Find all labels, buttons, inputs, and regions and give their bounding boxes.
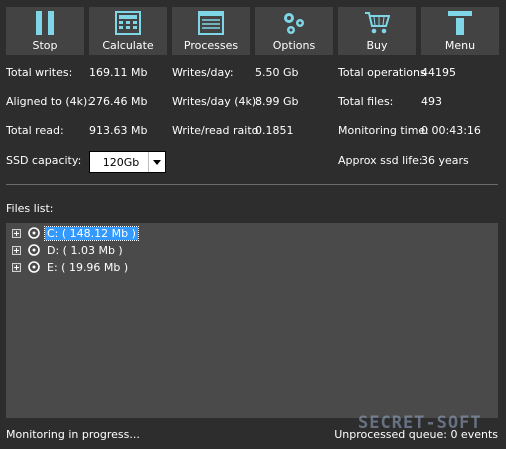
- total-read-label: Total read:: [6, 124, 64, 137]
- expand-icon[interactable]: [12, 262, 21, 272]
- processes-button[interactable]: Processes: [172, 7, 250, 55]
- total-files-label: Total files:: [338, 95, 394, 108]
- ssd-capacity-label: SSD capacity:: [6, 154, 82, 167]
- buy-label: Buy: [366, 39, 388, 52]
- status-text: Monitoring in progress...: [6, 428, 140, 441]
- ssd-life-label: Approx ssd life:: [338, 154, 423, 167]
- monitoring-time-label: Monitoring time:: [338, 124, 429, 137]
- tree-item-label[interactable]: E: ( 19.96 Mb ): [45, 261, 130, 274]
- total-writes-value: 169.11 Mb: [89, 66, 148, 79]
- writes-day-4k-value: 8.99 Gb: [255, 95, 299, 108]
- monitoring-time-value: 0 00:43:16: [421, 124, 481, 137]
- gears-icon: [284, 13, 304, 34]
- total-files-value: 493: [421, 95, 442, 108]
- write-read-label: Write/read raito: [172, 124, 259, 137]
- queue-status: Unprocessed queue: 0 events: [334, 428, 498, 441]
- total-ops-label: Total operations: [338, 66, 426, 79]
- menu-icon: [448, 11, 472, 35]
- calculate-label: Calculate: [102, 39, 154, 52]
- menu-label: Menu: [444, 39, 476, 52]
- total-writes-label: Total writes:: [6, 66, 73, 79]
- options-button[interactable]: Options: [255, 7, 333, 55]
- calculate-button[interactable]: Calculate: [89, 7, 167, 55]
- stop-label: Stop: [32, 39, 58, 52]
- writes-day-label: Writes/day:: [172, 66, 234, 79]
- disk-icon: [28, 261, 40, 273]
- disk-icon: [28, 244, 40, 256]
- tree-item-label[interactable]: D: ( 1.03 Mb ): [45, 244, 125, 257]
- aligned-value: 276.46 Mb: [89, 95, 148, 108]
- ssd-life-value: 36 years: [421, 154, 469, 167]
- tree-item-d[interactable]: D: ( 1.03 Mb ): [12, 242, 125, 258]
- disk-icon: [28, 227, 40, 239]
- divider: [6, 184, 498, 185]
- writes-day-4k-label: Writes/day (4k):: [172, 95, 260, 108]
- write-read-value: 0.1851: [255, 124, 294, 137]
- buy-button[interactable]: Buy: [338, 7, 416, 55]
- tree-item-c[interactable]: C: ( 148.12 Mb ): [12, 225, 139, 241]
- toolbar: Stop Calculate Processes Options Buy Men…: [6, 7, 499, 55]
- ssd-capacity-select[interactable]: 120Gb: [89, 151, 166, 173]
- ssd-capacity-value: 120Gb: [102, 155, 140, 169]
- files-tree[interactable]: C: ( 148.12 Mb ) D: ( 1.03 Mb ) E: ( 19.…: [6, 223, 498, 418]
- writes-day-value: 5.50 Gb: [255, 66, 299, 79]
- cart-icon: [365, 12, 390, 34]
- pause-icon: [36, 11, 54, 35]
- chevron-down-icon[interactable]: [148, 152, 165, 172]
- expand-icon[interactable]: [12, 245, 21, 255]
- tree-item-e[interactable]: E: ( 19.96 Mb ): [12, 259, 130, 275]
- aligned-label: Aligned to (4k):: [6, 95, 92, 108]
- calculator-icon: [115, 11, 141, 35]
- files-list-label: Files list:: [6, 202, 54, 215]
- menu-button[interactable]: Menu: [421, 7, 499, 55]
- stop-button[interactable]: Stop: [6, 7, 84, 55]
- processes-label: Processes: [183, 39, 239, 52]
- total-read-value: 913.63 Mb: [89, 124, 148, 137]
- expand-icon[interactable]: [12, 228, 21, 238]
- tree-item-label[interactable]: C: ( 148.12 Mb ): [44, 225, 139, 241]
- options-label: Options: [272, 39, 316, 52]
- total-ops-value: 44195: [421, 66, 456, 79]
- list-window-icon: [198, 11, 224, 35]
